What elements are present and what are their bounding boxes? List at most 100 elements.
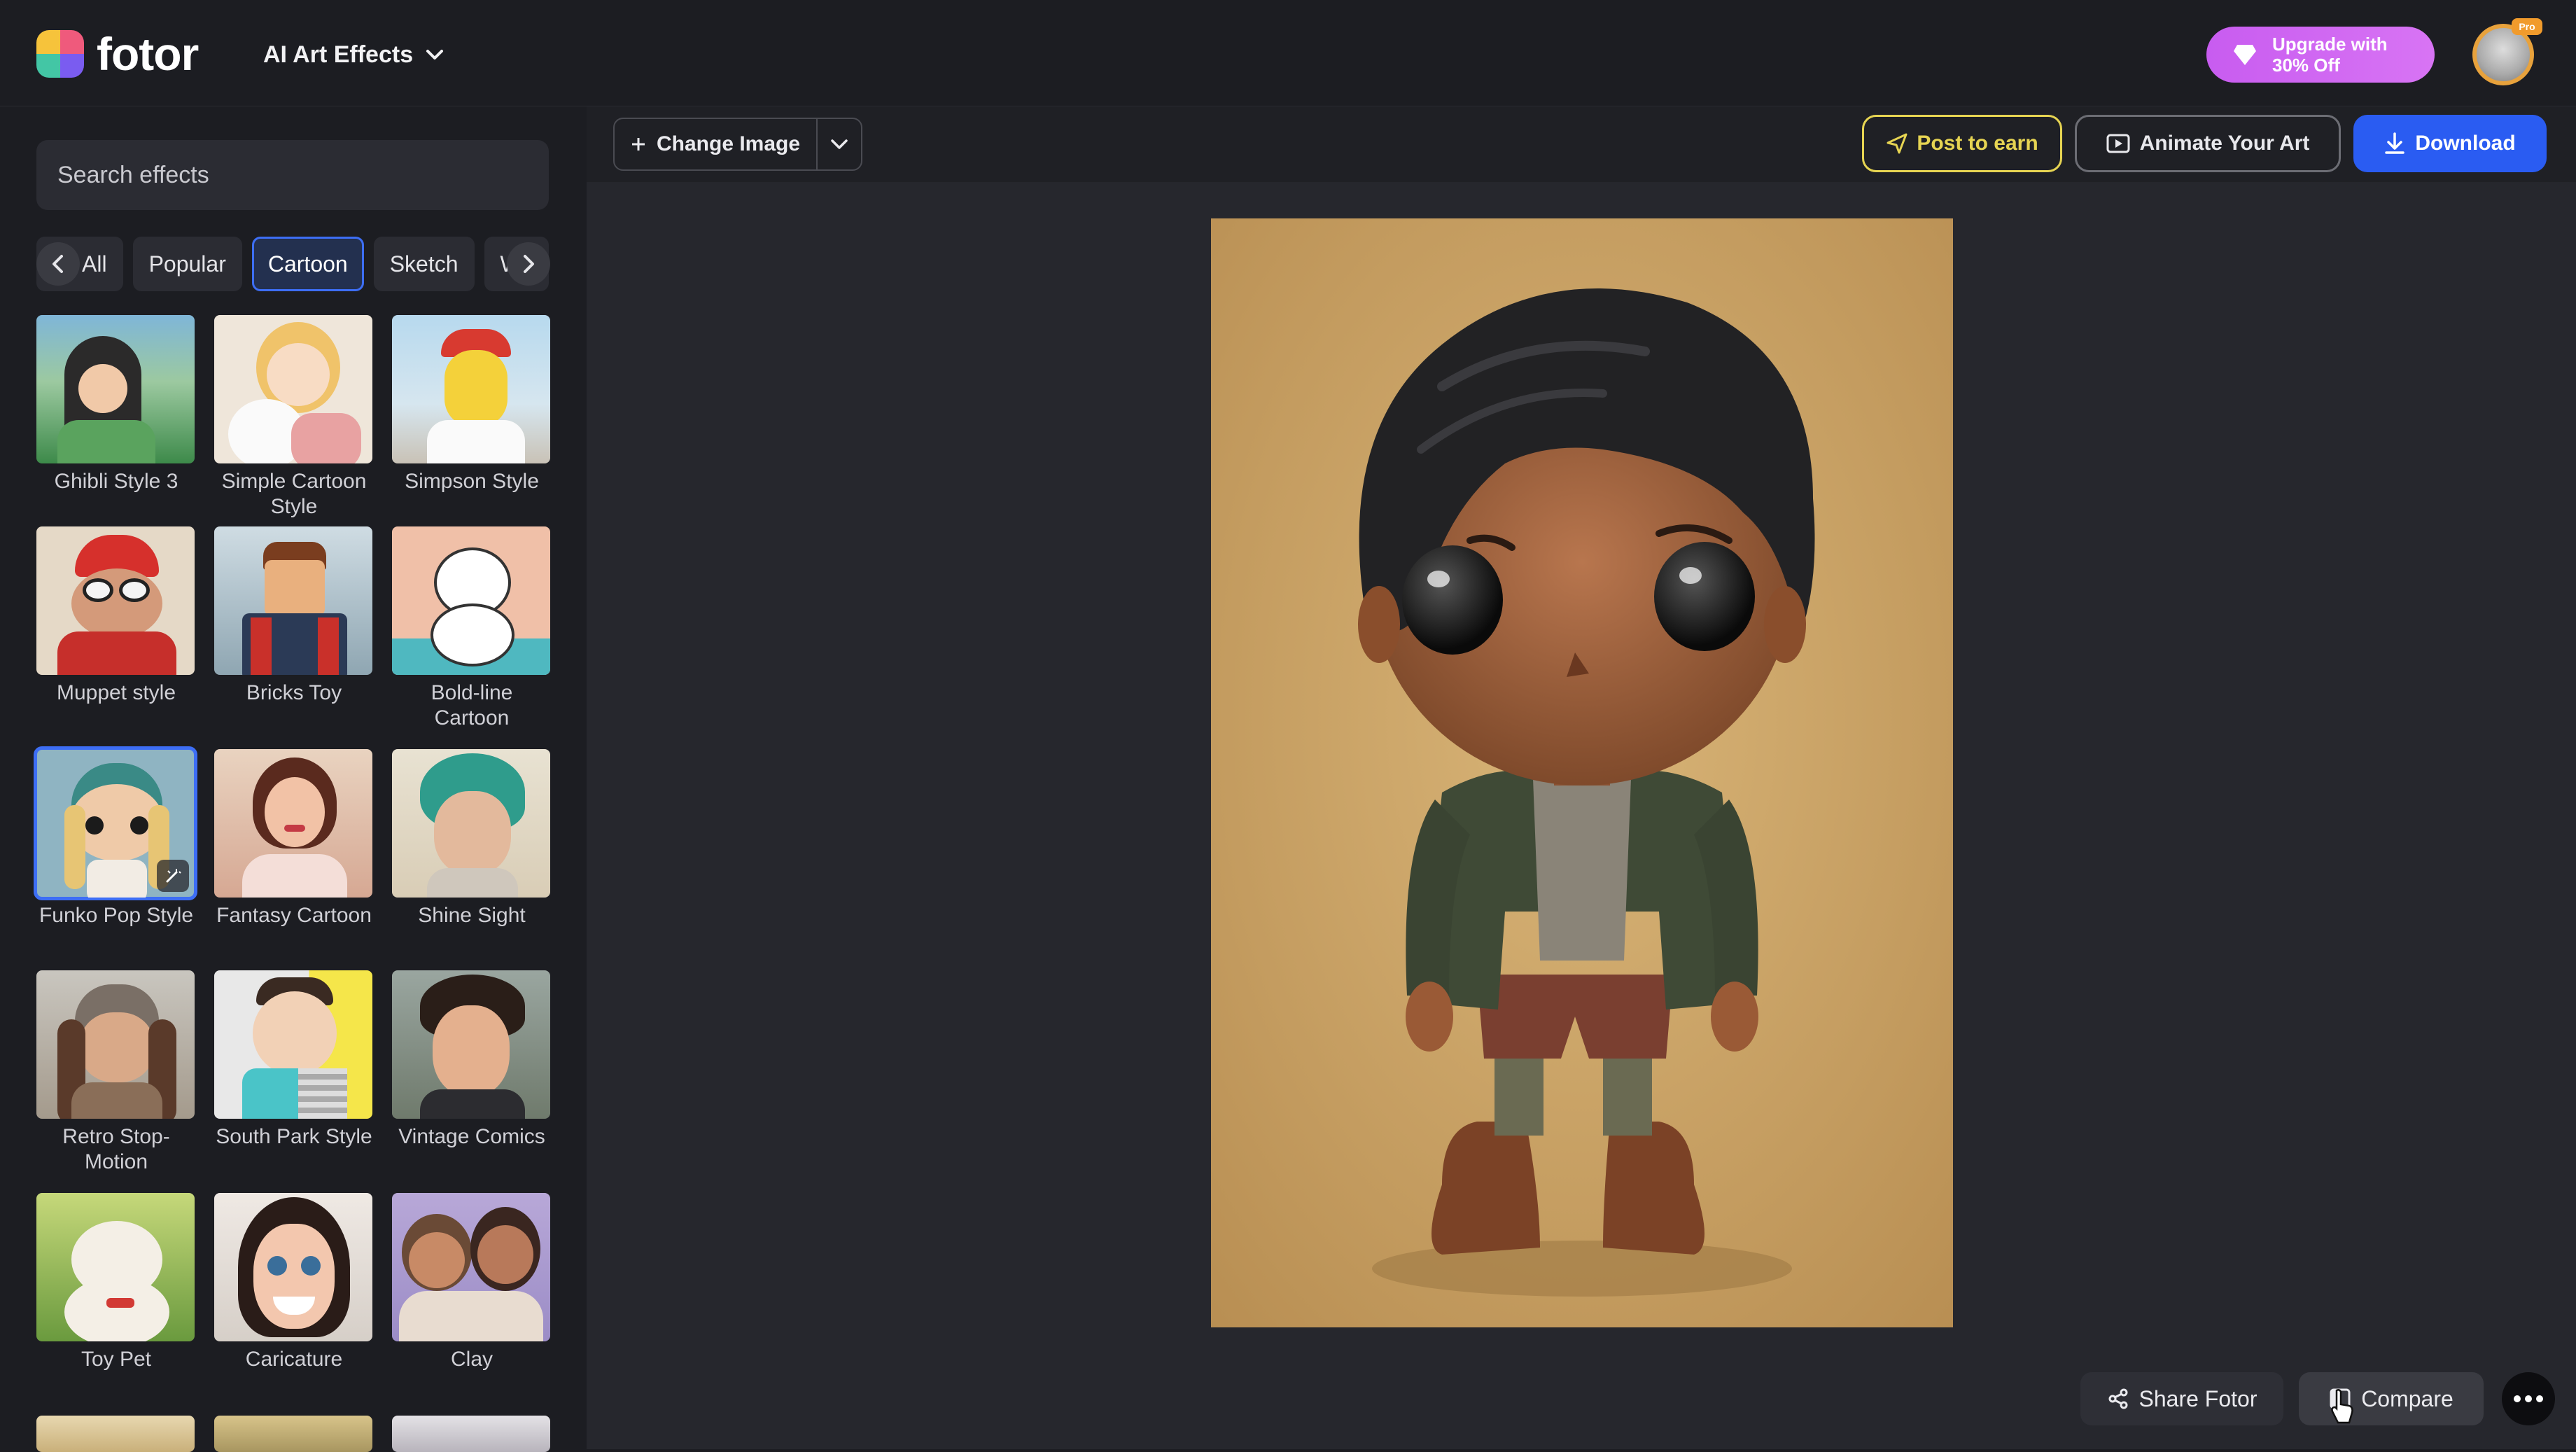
effect-thumbnail xyxy=(36,970,195,1119)
fotor-logo-icon xyxy=(36,30,84,78)
effect-simpson-style[interactable]: Simpson Style xyxy=(392,315,552,494)
effect-thumbnail xyxy=(214,970,372,1119)
search-placeholder: Search effects xyxy=(57,161,209,188)
effect-label: South Park Style xyxy=(216,1125,372,1148)
effect-muppet-style[interactable]: Muppet style xyxy=(36,526,196,706)
video-icon xyxy=(2106,134,2130,153)
compare-button[interactable]: Compare xyxy=(2299,1372,2484,1425)
effect-label: Caricature xyxy=(245,1348,343,1371)
effect-more-3[interactable] xyxy=(392,1416,552,1452)
tab-label: Cartoon xyxy=(267,251,348,277)
top-bar: fotor AI Art Effects Upgrade with 30% Of… xyxy=(0,0,2576,106)
chevron-down-icon xyxy=(426,50,444,60)
effect-bricks-toy[interactable]: Bricks Toy xyxy=(214,526,374,706)
chevron-down-icon xyxy=(831,139,848,149)
animate-label: Animate Your Art xyxy=(2139,132,2310,155)
tab-label: All xyxy=(82,251,107,277)
effect-label: Funko Pop Style xyxy=(38,904,194,927)
effect-thumbnail xyxy=(214,749,372,898)
effect-thumbnail xyxy=(392,749,550,898)
effect-bold-line-cartoon[interactable]: Bold-line Cartoon xyxy=(392,526,552,731)
change-image-dropdown[interactable] xyxy=(816,118,862,171)
effect-thumbnail xyxy=(36,526,195,675)
edit-effect-button[interactable] xyxy=(157,860,189,892)
change-image-button[interactable]: Change Image xyxy=(613,118,818,171)
change-image-label: Change Image xyxy=(657,132,801,155)
effect-toy-pet[interactable]: Toy Pet xyxy=(36,1193,196,1372)
effect-label: Clay xyxy=(450,1348,493,1371)
mouse-cursor-icon xyxy=(2331,1389,2353,1424)
send-icon xyxy=(1886,133,1907,154)
effect-ghibli-style-3[interactable]: Ghibli Style 3 xyxy=(36,315,196,494)
upgrade-label: Upgrade with 30% Off xyxy=(2272,34,2388,76)
effect-thumbnail xyxy=(214,315,372,463)
tab-label: Popular xyxy=(148,251,226,277)
download-label: Download xyxy=(2415,132,2516,155)
magic-wand-icon xyxy=(166,869,181,883)
compare-label: Compare xyxy=(2361,1385,2454,1411)
effect-thumbnail xyxy=(392,526,550,675)
effect-thumbnail xyxy=(392,1416,550,1452)
effect-simple-cartoon-style[interactable]: Simple Cartoon Style xyxy=(214,315,374,519)
upgrade-button[interactable]: Upgrade with 30% Off xyxy=(2206,27,2435,83)
tab-label: Sketch xyxy=(389,251,458,277)
effect-thumbnail xyxy=(392,970,550,1119)
plus-icon xyxy=(632,138,645,151)
share-fotor-button[interactable]: Share Fotor xyxy=(2080,1372,2283,1425)
pro-badge: Pro xyxy=(2512,18,2542,35)
effect-vintage-comics[interactable]: Vintage Comics xyxy=(392,970,552,1150)
effect-fantasy-cartoon[interactable]: Fantasy Cartoon xyxy=(214,749,374,928)
effect-shine-sight[interactable]: Shine Sight xyxy=(392,749,552,928)
animate-your-art-button[interactable]: Animate Your Art xyxy=(2075,115,2341,172)
effect-label: Ghibli Style 3 xyxy=(54,470,178,493)
effect-label: Bold-line Cartoon xyxy=(430,681,513,730)
effect-thumbnail xyxy=(214,1193,372,1341)
more-options-button[interactable] xyxy=(2502,1372,2555,1425)
effect-label: Vintage Comics xyxy=(398,1125,545,1148)
category-next-button[interactable] xyxy=(507,242,550,286)
effect-label: Bricks Toy xyxy=(246,681,342,704)
effect-thumbnail xyxy=(36,315,195,463)
effect-more-2[interactable] xyxy=(214,1416,374,1452)
effect-label: Toy Pet xyxy=(80,1348,152,1371)
effect-label: Simple Cartoon Style xyxy=(221,470,367,518)
effect-thumbnail xyxy=(214,1416,372,1452)
effect-thumbnail xyxy=(36,1193,195,1341)
effect-clay[interactable]: Clay xyxy=(392,1193,552,1372)
diamond-icon xyxy=(2234,45,2256,65)
effect-thumbnail xyxy=(392,1193,550,1341)
effect-label: Fantasy Cartoon xyxy=(216,904,372,927)
tab-cartoon[interactable]: Cartoon xyxy=(251,237,364,291)
share-icon xyxy=(2108,1388,2128,1409)
chevron-right-icon xyxy=(524,255,534,273)
download-button[interactable]: Download xyxy=(2353,115,2547,172)
effect-label: Shine Sight xyxy=(418,904,526,927)
effect-retro-stop-motion[interactable]: Retro Stop-Motion xyxy=(36,970,196,1175)
effects-sidebar: Search effects All Popular Cartoon Sketc… xyxy=(0,106,587,1452)
post-to-earn-label: Post to earn xyxy=(1917,132,2038,155)
effect-caricature[interactable]: Caricature xyxy=(214,1193,374,1372)
category-prev-button[interactable] xyxy=(36,242,80,286)
avatar[interactable]: Pro xyxy=(2472,18,2542,85)
logo-text: fotor xyxy=(97,28,199,80)
effect-thumbnail xyxy=(392,315,550,463)
canvas-area: Change Image Post to earn Animate Your A… xyxy=(587,106,2576,1449)
post-to-earn-button[interactable]: Post to earn xyxy=(1862,115,2062,172)
tab-popular[interactable]: Popular xyxy=(132,237,242,291)
menu-label: AI Art Effects xyxy=(263,41,414,68)
funko-figure-image xyxy=(1211,218,1953,1327)
effect-thumbnail xyxy=(34,746,197,900)
fotor-logo[interactable]: fotor xyxy=(36,28,199,80)
effect-funko-pop-style[interactable]: Funko Pop Style xyxy=(34,746,197,928)
effect-thumbnail xyxy=(214,526,372,675)
effect-thumbnail xyxy=(36,1416,195,1452)
effect-label: Muppet style xyxy=(56,681,176,704)
chevron-left-icon xyxy=(52,255,63,273)
effect-more-1[interactable] xyxy=(36,1416,196,1452)
effect-label: Retro Stop-Motion xyxy=(62,1125,170,1173)
ai-art-effects-menu[interactable]: AI Art Effects xyxy=(263,35,444,74)
canvas-toolbar: Change Image Post to earn Animate Your A… xyxy=(587,106,2576,182)
tab-sketch[interactable]: Sketch xyxy=(373,237,475,291)
effect-south-park-style[interactable]: South Park Style xyxy=(214,970,374,1150)
search-input[interactable]: Search effects xyxy=(36,140,549,210)
